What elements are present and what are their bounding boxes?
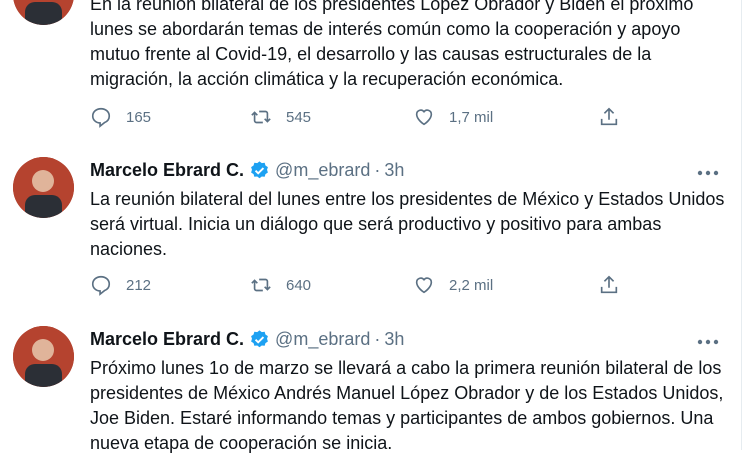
tweet-timestamp[interactable]: 3h [384, 329, 404, 350]
heart-icon [415, 277, 433, 294]
tweet-header: Marcelo Ebrard C. @m_ebrard · 3h [90, 160, 404, 181]
more-options-icon[interactable] [697, 170, 719, 176]
more-options-icon[interactable] [697, 339, 719, 345]
verified-badge-icon [251, 161, 268, 179]
tweet-timestamp[interactable]: 3h [384, 160, 404, 181]
retweet-count: 545 [286, 108, 312, 126]
tweet-actions: 212 640 2,2 mil [90, 274, 730, 298]
author-handle[interactable]: @m_ebrard [275, 329, 370, 350]
retweet-count: 640 [286, 276, 312, 294]
tweet[interactable]: Marcelo Ebrard C. @m_ebrard · 3h Próximo… [0, 312, 741, 453]
reply-count: 212 [126, 276, 152, 294]
retweet-icon [251, 278, 271, 292]
tweet-text: Próximo lunes 1o de marzo se llevará a c… [90, 358, 724, 453]
heart-icon [415, 109, 433, 126]
timeline-border [741, 0, 742, 450]
avatar[interactable] [13, 0, 74, 25]
like-count: 1,7 mil [449, 108, 494, 126]
share-button[interactable] [598, 106, 634, 128]
reply-button[interactable]: 212 [90, 274, 151, 296]
tweet-text: La reunión bilateral del lunes entre los… [90, 189, 725, 259]
tweet-actions: 165 545 1,7 mil [90, 106, 730, 130]
tweet-text: En la reunión bilateral de los president… [90, 0, 694, 89]
author-handle[interactable]: @m_ebrard [275, 160, 370, 181]
separator-dot: · [374, 160, 381, 180]
author-name[interactable]: Marcelo Ebrard C. [90, 160, 244, 181]
reply-button[interactable]: 165 [90, 106, 151, 128]
like-count: 2,2 mil [449, 276, 494, 294]
author-name[interactable]: Marcelo Ebrard C. [90, 329, 244, 350]
share-icon [600, 107, 618, 126]
reply-icon [91, 275, 111, 296]
tweet-header: Marcelo Ebrard C. @m_ebrard · 3h [90, 329, 404, 350]
share-icon [600, 275, 618, 294]
share-button[interactable] [598, 274, 634, 296]
retweet-button[interactable]: 640 [250, 274, 311, 296]
reply-count: 165 [126, 108, 152, 126]
like-button[interactable]: 2,2 mil [413, 274, 493, 296]
separator-dot: · [374, 329, 381, 349]
reply-icon [91, 107, 111, 128]
avatar[interactable] [13, 326, 74, 387]
retweet-button[interactable]: 545 [250, 106, 311, 128]
avatar[interactable] [13, 157, 74, 218]
verified-badge-icon [251, 330, 268, 348]
retweet-icon [251, 110, 271, 124]
like-button[interactable]: 1,7 mil [413, 106, 493, 128]
tweet[interactable]: En la reunión bilateral de los president… [0, 0, 741, 144]
tweet[interactable]: Marcelo Ebrard C. @m_ebrard · 3h La reun… [0, 143, 741, 313]
